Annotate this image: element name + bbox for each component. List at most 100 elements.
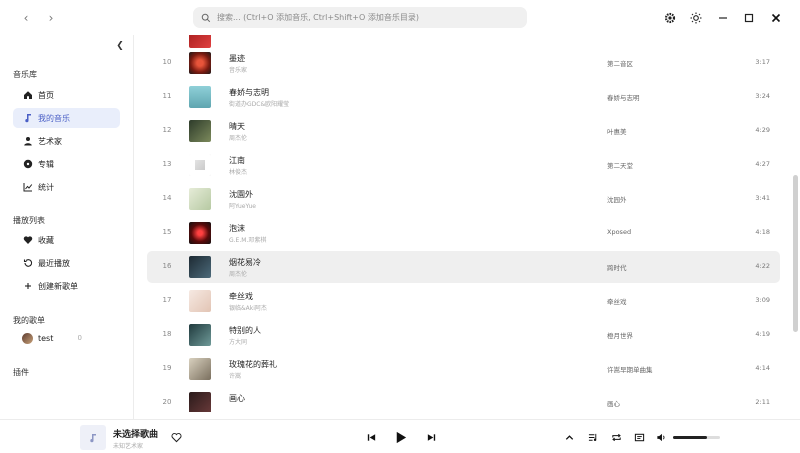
song-title: 特别的人	[229, 326, 261, 335]
now-playing-cover	[80, 425, 106, 450]
song-index: 10	[162, 58, 172, 66]
song-title: 沈園外	[229, 190, 253, 199]
sidebar-item-favorites[interactable]: 收藏	[13, 230, 120, 250]
song-album: Xposed	[607, 228, 632, 236]
album-cover	[189, 188, 211, 210]
album-cover	[189, 290, 211, 312]
song-title: 牵丝戏	[229, 292, 253, 301]
song-album: 叶惠美	[607, 128, 627, 136]
play-icon[interactable]	[390, 427, 410, 447]
table-row[interactable]: 10 墨迹 音乐家 第二音区 3:17	[147, 47, 780, 79]
song-album: 许嵩早期单曲集	[607, 366, 653, 374]
song-title: 江南	[229, 156, 245, 165]
sidebar-item-artists[interactable]: 艺术家	[13, 131, 120, 151]
list-scrollbar[interactable]	[793, 175, 798, 332]
song-title: 烟花易冷	[229, 258, 261, 267]
song-list: 10 墨迹 音乐家 第二音区 3:17 11 春娇与志明 街道办GDC&欧阳耀莹…	[134, 35, 792, 412]
minimize-icon[interactable]	[715, 10, 731, 26]
forward-button[interactable]: ›	[42, 9, 60, 27]
playlists-section-title: 播放列表	[13, 216, 45, 225]
back-button[interactable]: ‹	[17, 9, 35, 27]
history-icon	[22, 257, 34, 269]
table-row[interactable]: 17 牵丝戏 银临&Aki阿杰 牵丝戏 3:09	[147, 285, 780, 317]
song-duration: 3:24	[755, 92, 770, 100]
sidebar-item-label: 创建新歌单	[38, 281, 78, 291]
sidebar-item-create-playlist[interactable]: 创建新歌单	[13, 276, 120, 296]
table-row[interactable]: 15 泡沫 G.E.M.邓紫棋 Xposed 4:18	[147, 217, 780, 249]
home-icon	[22, 89, 34, 101]
now-playing-artist: 未知艺术家	[113, 443, 144, 450]
song-album: 第二音区	[607, 60, 633, 68]
song-title: 晴天	[229, 122, 245, 131]
song-artist: 林俊杰	[229, 169, 248, 176]
sidebar-item-recent[interactable]: 最近播放	[13, 253, 120, 273]
album-cover	[189, 154, 211, 176]
sidebar-item-albums[interactable]: 专辑	[13, 154, 120, 174]
playlist-avatar	[22, 332, 33, 344]
song-index: 13	[162, 160, 172, 168]
sidebar-item-home[interactable]: 首页	[13, 85, 120, 105]
song-artist: 周杰伦	[229, 135, 248, 142]
sidebar-item-stats[interactable]: 统计	[13, 177, 120, 197]
album-cover	[189, 86, 211, 108]
album-cover	[189, 392, 211, 412]
lyrics-icon[interactable]	[631, 429, 647, 445]
song-title: 春娇与志明	[229, 88, 269, 97]
close-icon[interactable]	[768, 10, 784, 26]
table-row[interactable]: 13 江南 林俊杰 第二天堂 4:27	[147, 149, 780, 181]
volume-level	[673, 436, 707, 439]
plugins-section-title[interactable]: 插件	[13, 367, 29, 378]
song-title: 墨迹	[229, 54, 245, 63]
song-artist: G.E.M.邓紫棋	[229, 237, 267, 244]
search-box[interactable]	[193, 7, 527, 28]
table-row[interactable]: 12 晴天 周杰伦 叶惠美 4:29	[147, 115, 780, 147]
previous-icon[interactable]	[363, 429, 379, 445]
sidebar-item-label: 我的音乐	[38, 113, 70, 123]
plus-icon	[22, 280, 34, 292]
table-row[interactable]: 11 春娇与志明 街道办GDC&欧阳耀莹 春娇与志明 3:24	[147, 81, 780, 113]
table-row[interactable]: 19 玫瑰花的葬礼 许嵩 许嵩早期单曲集 4:14	[147, 353, 780, 385]
settings-gear-icon[interactable]	[662, 10, 678, 26]
song-duration: 3:09	[755, 296, 770, 304]
song-index: 11	[162, 92, 172, 100]
song-duration: 4:29	[755, 126, 770, 134]
song-index: 16	[162, 262, 172, 270]
collapse-sidebar-icon[interactable]: ❮	[114, 40, 126, 52]
song-album: 画心	[607, 400, 620, 408]
sidebar-item-my-music[interactable]: 我的音乐	[13, 108, 120, 128]
sidebar-item-playlist-test[interactable]: test 0	[13, 328, 120, 348]
playlist-queue-icon[interactable]	[585, 429, 601, 445]
sidebar-item-label: 艺术家	[38, 136, 62, 146]
album-cover	[189, 358, 211, 380]
song-album: 跨时代	[607, 264, 627, 272]
heart-icon	[22, 234, 34, 246]
like-heart-icon[interactable]	[168, 429, 184, 445]
song-duration: 4:14	[755, 364, 770, 372]
repeat-icon[interactable]	[608, 429, 624, 445]
album-cover	[189, 324, 211, 346]
volume-slider[interactable]	[673, 436, 720, 439]
music-note-icon	[22, 112, 34, 124]
volume-icon[interactable]	[653, 429, 669, 445]
song-duration: 3:17	[755, 58, 770, 66]
song-album: 橙月世界	[607, 332, 633, 340]
table-row[interactable]: 16 烟花易冷 周杰伦 跨时代 4:22	[147, 251, 780, 283]
sidebar-item-label: 首页	[38, 90, 54, 100]
sidebar: ❮ 音乐库 首页 我的音乐 艺术家 专辑 统计 播放列表 收藏 最近播放 创建新…	[0, 35, 134, 419]
table-row[interactable]: 20 画心 画心 2:11	[147, 387, 780, 412]
theme-sun-icon[interactable]	[688, 10, 704, 26]
player-bar: 未选择歌曲 未知艺术家	[0, 419, 800, 453]
table-row[interactable]: 14 沈園外 阿YueYue 沈园外 3:41	[147, 183, 780, 215]
search-input[interactable]	[217, 13, 517, 22]
song-title: 画心	[229, 394, 245, 403]
song-index: 14	[162, 194, 172, 202]
song-title: 玫瑰花的葬礼	[229, 360, 277, 369]
expand-up-icon[interactable]	[561, 429, 577, 445]
sidebar-item-label: 统计	[38, 182, 54, 192]
next-icon[interactable]	[423, 429, 439, 445]
table-row[interactable]: 18 特别的人 方大同 橙月世界 4:19	[147, 319, 780, 351]
my-playlists-section-title: 我的歌单	[13, 316, 45, 325]
playlist-count: 0	[77, 334, 82, 342]
maximize-icon[interactable]	[741, 10, 757, 26]
song-index: 19	[162, 364, 172, 372]
